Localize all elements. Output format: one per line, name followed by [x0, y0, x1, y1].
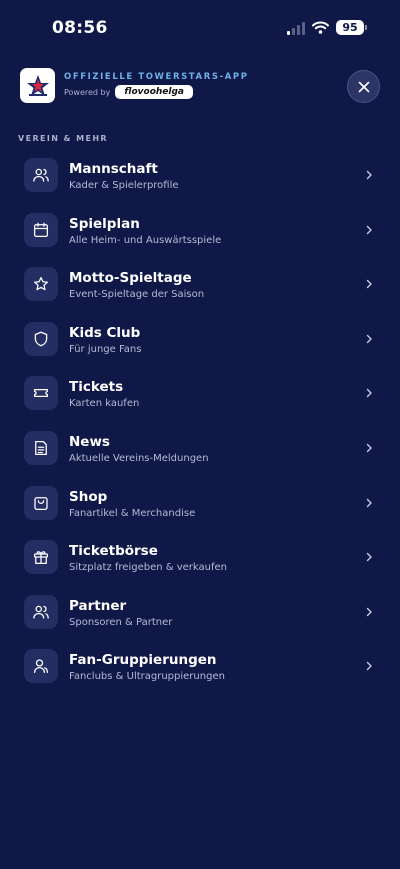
menu-item-subtitle: Event-Spieltage der Saison [69, 289, 205, 301]
menu-list: Mannschaft Kader & Spielerprofile Spielp… [0, 153, 400, 699]
powered-by-label: Powered by [64, 87, 111, 97]
menu-item-subtitle: Sitzplatz freigeben & verkaufen [69, 562, 228, 574]
menu-item-title: News [69, 433, 110, 450]
menu-item-title: Mannschaft [69, 161, 158, 177]
menu-item-title: Partner [69, 597, 127, 614]
menu-item-subtitle: Fanartikel & Merchandise [69, 507, 196, 519]
menu-item-subtitle: Karten kaufen [69, 398, 140, 410]
menu-screen: 08:56 95 OFFIZIELLE TOWERSTARS-APP Power… [0, 0, 400, 869]
cellular-signal-icon [287, 21, 305, 35]
chevron-right-icon [364, 388, 374, 398]
shield-icon [32, 330, 50, 348]
menu-icon-box [24, 540, 58, 575]
menu-item-news[interactable]: News Aktuelle Vereins-Meldungen [0, 426, 400, 481]
menu-icon-box [24, 267, 58, 302]
chevron-right-icon [364, 607, 374, 617]
chevron-right-icon [364, 498, 374, 508]
chevron-right-icon [364, 334, 374, 344]
close-button[interactable] [347, 70, 380, 103]
menu-item-ticketboerse[interactable]: Ticketbörse Sitzplatz freigeben & verkau… [0, 535, 400, 590]
chevron-right-icon [364, 661, 374, 671]
menu-item-tickets[interactable]: Tickets Karten kaufen [0, 371, 400, 426]
close-icon [358, 81, 370, 93]
menu-item-motto-spieltage[interactable]: Motto-Spieltage Event-Spieltage der Sais… [0, 262, 400, 317]
menu-item-title: Fan-Gruppierungen [69, 652, 217, 669]
menu-item-subtitle: Alle Heim- und Auswärtsspiele [69, 234, 222, 246]
menu-item-kids-club[interactable]: Kids Club Für junge Fans [0, 317, 400, 372]
chevron-right-icon [364, 170, 374, 180]
menu-icon-box [24, 158, 58, 192]
menu-icon-box [24, 321, 58, 356]
status-icons: 95 [287, 20, 367, 35]
section-label: VEREIN & MEHR [18, 134, 108, 143]
menu-icon-box [24, 594, 58, 629]
team-icon [32, 166, 50, 184]
menu-item-title: Kids Club [69, 324, 141, 341]
app-header: OFFIZIELLE TOWERSTARS-APP Powered by flo… [20, 68, 380, 108]
towerstars-logo [20, 68, 55, 103]
status-time: 08:56 [52, 18, 108, 38]
menu-item-subtitle: Aktuelle Vereins-Meldungen [69, 452, 209, 464]
star-icon [32, 275, 50, 293]
menu-icon-box [24, 485, 58, 520]
brand-title: OFFIZIELLE TOWERSTARS-APP [64, 72, 249, 82]
menu-item-subtitle: Fanclubs & Ultragruppierungen [69, 671, 225, 683]
chevron-right-icon [364, 443, 374, 453]
chevron-right-icon [364, 279, 374, 289]
menu-item-mannschaft[interactable]: Mannschaft Kader & Spielerprofile [0, 153, 400, 208]
gift-icon [32, 548, 50, 566]
menu-item-title: Tickets [69, 379, 124, 396]
menu-item-subtitle: Für junge Fans [69, 343, 142, 355]
menu-item-title: Ticketbörse [69, 543, 158, 560]
wifi-icon [312, 21, 329, 34]
calendar-icon [32, 221, 50, 239]
menu-icon-box [24, 430, 58, 465]
menu-item-partner[interactable]: Partner Sponsoren & Partner [0, 590, 400, 645]
menu-icon-box [24, 212, 58, 247]
ticket-icon [32, 384, 50, 402]
partner-logo-badge[interactable]: flovoohelga [115, 85, 193, 99]
powered-by: Powered by flovoohelga [64, 85, 193, 99]
battery-indicator: 95 [336, 20, 367, 35]
menu-item-subtitle: Kader & Spielerprofile [69, 180, 179, 191]
status-bar: 08:56 95 [0, 0, 400, 56]
chevron-right-icon [364, 225, 374, 235]
menu-item-subtitle: Sponsoren & Partner [69, 616, 173, 628]
shopping-bag-icon [32, 494, 50, 512]
menu-item-title: Shop [69, 488, 108, 505]
menu-item-title: Spielplan [69, 215, 140, 232]
chevron-right-icon [364, 552, 374, 562]
menu-item-shop[interactable]: Shop Fanartikel & Merchandise [0, 481, 400, 536]
menu-item-title: Motto-Spieltage [69, 270, 192, 287]
user-group-icon [32, 657, 50, 675]
users-icon [32, 603, 50, 621]
menu-item-spielplan[interactable]: Spielplan Alle Heim- und Auswärtsspiele [0, 208, 400, 263]
news-icon [32, 439, 50, 457]
menu-item-fan-gruppierungen[interactable]: Fan-Gruppierungen Fanclubs & Ultragruppi… [0, 644, 400, 699]
menu-icon-box [24, 376, 58, 411]
menu-icon-box [24, 649, 58, 684]
